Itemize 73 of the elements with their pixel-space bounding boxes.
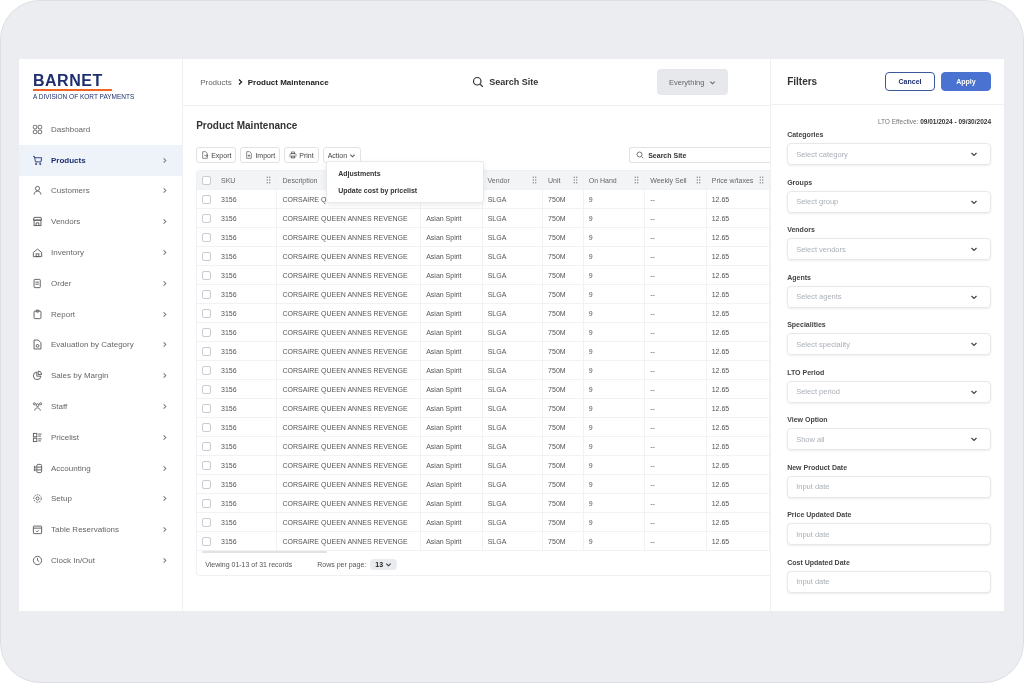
checkbox[interactable] bbox=[202, 422, 212, 432]
sidebar-item[interactable]: Evaluation by Category bbox=[19, 329, 183, 361]
breadcrumb-current: Product Maintenance bbox=[247, 77, 329, 87]
clipboard-icon bbox=[32, 308, 43, 320]
clock-icon bbox=[32, 555, 43, 567]
caret-icon bbox=[970, 150, 978, 158]
checkbox[interactable] bbox=[202, 384, 212, 394]
sidebar-item[interactable]: Setup bbox=[19, 483, 183, 515]
panel-title: Filters bbox=[787, 76, 818, 87]
breadcrumb-link[interactable]: Products bbox=[200, 77, 232, 87]
checkbox[interactable] bbox=[202, 536, 212, 546]
search-icon bbox=[472, 76, 485, 88]
brand-logo: BARNET bbox=[33, 73, 112, 91]
sidebar-item[interactable]: Order bbox=[19, 268, 183, 299]
document-icon bbox=[245, 151, 254, 159]
checkbox[interactable] bbox=[202, 194, 212, 204]
checkbox[interactable] bbox=[202, 403, 212, 413]
checkbox[interactable] bbox=[202, 270, 212, 280]
cart-icon bbox=[32, 154, 43, 166]
checkbox[interactable] bbox=[202, 441, 212, 451]
calendar-icon bbox=[32, 524, 43, 536]
sidebar-item[interactable]: Staff bbox=[19, 391, 183, 422]
checkbox[interactable] bbox=[202, 327, 212, 337]
drag-handle-icon[interactable] bbox=[634, 176, 640, 184]
pie-chart-icon bbox=[32, 370, 43, 382]
drag-handle-icon[interactable] bbox=[266, 176, 272, 184]
sidebar-item[interactable]: Pricelist bbox=[19, 421, 183, 453]
checkbox[interactable] bbox=[202, 289, 212, 299]
caret-icon bbox=[970, 435, 978, 443]
search-icon bbox=[636, 151, 645, 159]
sidebar-item[interactable]: Sales by Margin bbox=[19, 360, 183, 392]
person-icon bbox=[32, 185, 43, 197]
checkbox[interactable] bbox=[202, 365, 212, 375]
document-icon bbox=[32, 277, 43, 289]
sidebar-item[interactable]: Dashboard bbox=[19, 114, 183, 145]
sidebar-item[interactable]: Products bbox=[19, 144, 183, 176]
checkbox[interactable] bbox=[202, 460, 212, 470]
coins-icon bbox=[32, 462, 43, 474]
printer-icon bbox=[289, 151, 298, 159]
sidebar-item[interactable]: Clock In/Out bbox=[19, 545, 183, 576]
list-icon bbox=[32, 431, 43, 443]
caret-icon bbox=[970, 340, 978, 348]
drag-handle-icon[interactable] bbox=[695, 176, 701, 184]
caret-icon bbox=[709, 78, 717, 86]
checkbox[interactable] bbox=[202, 175, 212, 185]
drag-handle-icon[interactable] bbox=[532, 176, 538, 184]
checkbox[interactable] bbox=[202, 517, 212, 527]
checkbox[interactable] bbox=[202, 251, 212, 261]
checkbox[interactable] bbox=[202, 308, 212, 318]
caret-icon bbox=[349, 151, 357, 159]
sidebar-item[interactable]: Customers bbox=[19, 175, 183, 207]
caret-icon bbox=[385, 560, 393, 568]
grid-icon bbox=[32, 123, 43, 135]
caret-icon bbox=[970, 245, 978, 253]
sidebar-item[interactable]: Report bbox=[19, 298, 183, 330]
sidebar-item[interactable]: Vendors bbox=[19, 206, 183, 238]
people-icon bbox=[32, 401, 43, 413]
page-title: Product Maintenance bbox=[196, 120, 299, 131]
checkbox[interactable] bbox=[202, 346, 212, 356]
settings-icon bbox=[32, 493, 43, 505]
store-icon bbox=[32, 216, 43, 228]
checkbox[interactable] bbox=[202, 232, 212, 242]
sidebar-item[interactable]: Inventory bbox=[19, 237, 183, 268]
drag-handle-icon[interactable] bbox=[572, 176, 578, 184]
sidebar-item[interactable]: Accounting bbox=[19, 452, 183, 484]
document-icon bbox=[201, 151, 210, 159]
checkbox[interactable] bbox=[202, 479, 212, 489]
checkbox[interactable] bbox=[202, 498, 212, 508]
file-search-icon bbox=[32, 339, 43, 351]
checkbox[interactable] bbox=[202, 213, 212, 223]
house-icon bbox=[32, 247, 43, 259]
drag-handle-icon[interactable] bbox=[759, 176, 765, 184]
sidebar-item[interactable]: Table Reservations bbox=[19, 514, 183, 546]
